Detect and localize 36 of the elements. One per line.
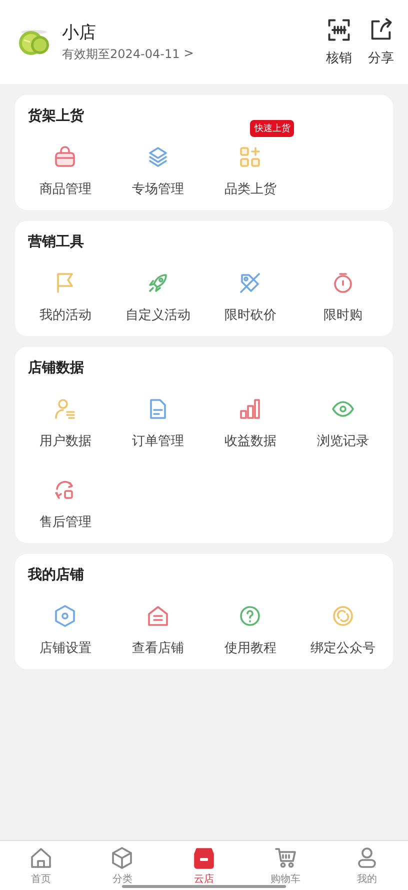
section-title: 店铺数据 (28, 359, 85, 377)
tool-item[interactable]: 店铺设置 (39, 604, 92, 657)
section-title: 我的店铺 (28, 566, 85, 584)
scan-icon (326, 17, 352, 43)
share-button[interactable]: 分享 (352, 17, 394, 67)
tab-item[interactable]: 我的 (326, 841, 408, 890)
validity-date[interactable]: 有效期至2024-04-11 (62, 46, 180, 63)
scan-button[interactable]: 核销 (310, 17, 352, 67)
tab-item[interactable]: 购物车 (244, 841, 326, 890)
tab-item[interactable]: 分类 (82, 841, 164, 890)
tool-item[interactable]: 品类上货 (224, 145, 276, 198)
tool-item[interactable]: 订单管理 (132, 397, 184, 450)
tool-item[interactable]: 限时砍价 (224, 271, 276, 324)
tool-item[interactable]: 限时购 (323, 271, 362, 324)
tool-item[interactable]: 用户数据 (39, 397, 92, 450)
tool-item[interactable]: 收益数据 (224, 397, 276, 450)
tool-item[interactable]: 查看店铺 (132, 604, 184, 657)
tool-item[interactable]: 使用教程 (224, 604, 276, 657)
section-title: 货架上货 (28, 107, 85, 125)
tool-item[interactable]: 浏览记录 (316, 397, 369, 450)
cart-icon (274, 846, 298, 870)
chevron-icon[interactable]: > (184, 46, 194, 63)
store-name: 小店 (62, 22, 97, 44)
store-icon (192, 846, 216, 870)
quick-badge: 快速上货 (250, 120, 294, 137)
tool-item[interactable]: 专场管理 (132, 145, 184, 198)
cube-icon (110, 846, 134, 870)
tool-item[interactable]: 绑定公众号 (310, 604, 376, 657)
tab-item[interactable]: 云店 (163, 841, 245, 890)
home-icon (28, 846, 53, 870)
tab-item[interactable]: 首页 (0, 841, 82, 890)
tool-item[interactable]: 售后管理 (39, 478, 92, 531)
tool-item[interactable]: 自定义活动 (125, 271, 190, 324)
tool-item[interactable]: 我的活动 (39, 271, 92, 324)
tool-item[interactable]: 商品管理 (39, 145, 92, 198)
section-title: 营销工具 (28, 233, 85, 251)
